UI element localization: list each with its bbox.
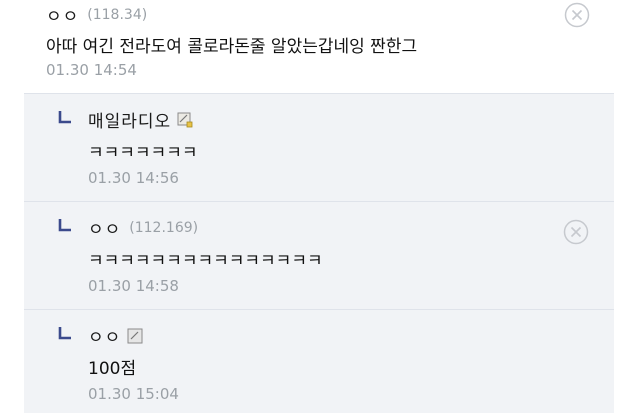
comment-timestamp: 01.30 14:54 — [46, 61, 137, 79]
reply-text: ㅋㅋㅋㅋㅋㅋㅋ — [88, 143, 198, 163]
reply-text: 100점 — [88, 359, 137, 379]
reply-text: ㅋㅋㅋㅋㅋㅋㅋㅋㅋㅋㅋㅋㅋㅋㅋ — [88, 251, 323, 271]
reply-header: ㅇㅇ (112.169) — [88, 215, 199, 241]
reply-header: 매일라디오 — [88, 107, 193, 132]
reply-nickname[interactable]: ㅇㅇ — [88, 323, 121, 348]
comment-ip: (118.34) — [87, 6, 148, 23]
reply-item: ㅇㅇ 100점 01.30 15:04 — [24, 309, 614, 413]
reply-nickname[interactable]: 매일라디오 — [88, 107, 171, 132]
memo-badge-icon — [177, 112, 193, 127]
reply-timestamp: 01.30 14:58 — [88, 277, 179, 295]
reply-arrow-icon — [58, 327, 71, 340]
reply-ip: (112.169) — [129, 219, 199, 236]
reply-item: ㅇㅇ (112.169) ㅋㅋㅋㅋㅋㅋㅋㅋㅋㅋㅋㅋㅋㅋㅋ 01.30 14:58 — [24, 201, 614, 310]
reply-arrow-icon — [58, 219, 71, 232]
comment-header: ㅇㅇ (118.34) — [46, 2, 148, 28]
reply-header: ㅇㅇ — [88, 323, 143, 348]
reply-nickname[interactable]: ㅇㅇ — [88, 215, 121, 240]
reply-arrow-icon — [58, 111, 71, 124]
reply-timestamp: 01.30 14:56 — [88, 169, 179, 187]
comment-item: ㅇㅇ (118.34) 아따 여긴 전라도여 콜로라돈줄 알았는갑네잉 짠한그 … — [0, 0, 639, 92]
delete-reply-icon[interactable] — [563, 219, 589, 245]
reply-timestamp: 01.30 15:04 — [88, 385, 179, 403]
reply-item: 매일라디오 ㅋㅋㅋㅋㅋㅋㅋ 01.30 14:56 — [24, 93, 614, 202]
comment-text: 아따 여긴 전라도여 콜로라돈줄 알았는갑네잉 짠한그 — [46, 37, 418, 57]
delete-comment-icon[interactable] — [564, 2, 590, 28]
memo-badge-icon — [127, 328, 143, 343]
comment-nickname[interactable]: ㅇㅇ — [46, 2, 79, 27]
